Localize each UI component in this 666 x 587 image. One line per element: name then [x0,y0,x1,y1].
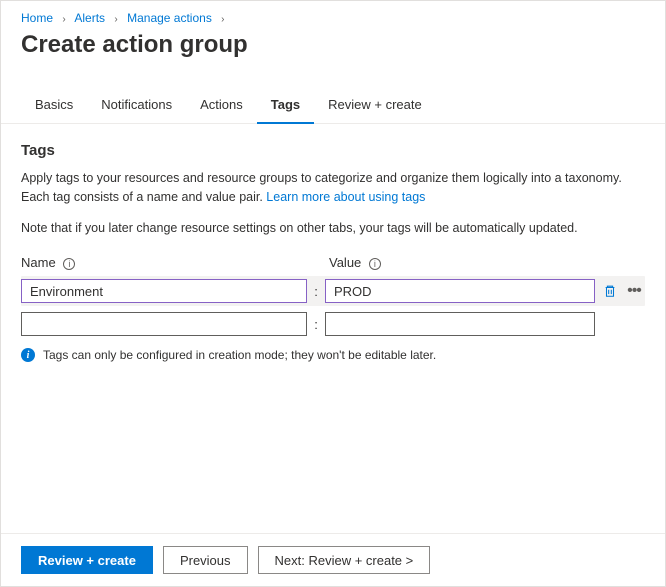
chevron-right-icon: › [114,14,117,25]
tag-value-input[interactable] [325,312,595,336]
tabs: Basics Notifications Actions Tags Review… [1,75,665,124]
tag-name-input[interactable] [21,279,307,303]
breadcrumb: Home › Alerts › Manage actions › [1,1,665,29]
footer: Review + create Previous Next: Review + … [1,533,665,586]
tab-basics[interactable]: Basics [21,89,87,124]
breadcrumb-manage-actions[interactable]: Manage actions [127,11,212,25]
value-header: Value i [329,255,645,270]
tag-value-input[interactable] [325,279,595,303]
info-icon[interactable]: i [63,258,75,270]
chevron-right-icon: › [221,14,224,25]
info-icon: i [21,348,35,362]
previous-button[interactable]: Previous [163,546,248,574]
table-row: : [21,312,645,336]
table-row: : ••• [21,276,645,306]
review-create-button[interactable]: Review + create [21,546,153,574]
section-note: Note that if you later change resource s… [21,219,645,238]
table-headers: Name i Value i [21,255,645,270]
section-description: Apply tags to your resources and resourc… [21,169,645,207]
next-button[interactable]: Next: Review + create > [258,546,431,574]
tab-notifications[interactable]: Notifications [87,89,186,124]
info-banner: i Tags can only be configured in creatio… [21,348,645,362]
page-title: Create action group [1,31,665,75]
tab-actions[interactable]: Actions [186,89,257,124]
trash-icon [603,284,617,298]
value-header-label: Value [329,255,361,270]
tab-tags[interactable]: Tags [257,89,314,124]
name-header: Name i [21,255,311,270]
info-text: Tags can only be configured in creation … [43,348,436,362]
more-actions-button[interactable]: ••• [623,280,645,302]
tags-table: Name i Value i : ••• [21,255,645,336]
colon-separator: : [307,317,325,332]
tag-name-input[interactable] [21,312,307,336]
breadcrumb-home[interactable]: Home [21,11,53,25]
breadcrumb-alerts[interactable]: Alerts [74,11,105,25]
info-icon[interactable]: i [369,258,381,270]
delete-tag-button[interactable] [599,280,621,302]
tab-review[interactable]: Review + create [314,89,436,124]
ellipsis-icon: ••• [627,286,641,296]
content: Tags Apply tags to your resources and re… [1,124,665,380]
name-header-label: Name [21,255,56,270]
chevron-right-icon: › [62,14,65,25]
section-title: Tags [21,142,645,159]
colon-separator: : [307,284,325,299]
learn-more-link[interactable]: Learn more about using tags [266,190,425,204]
